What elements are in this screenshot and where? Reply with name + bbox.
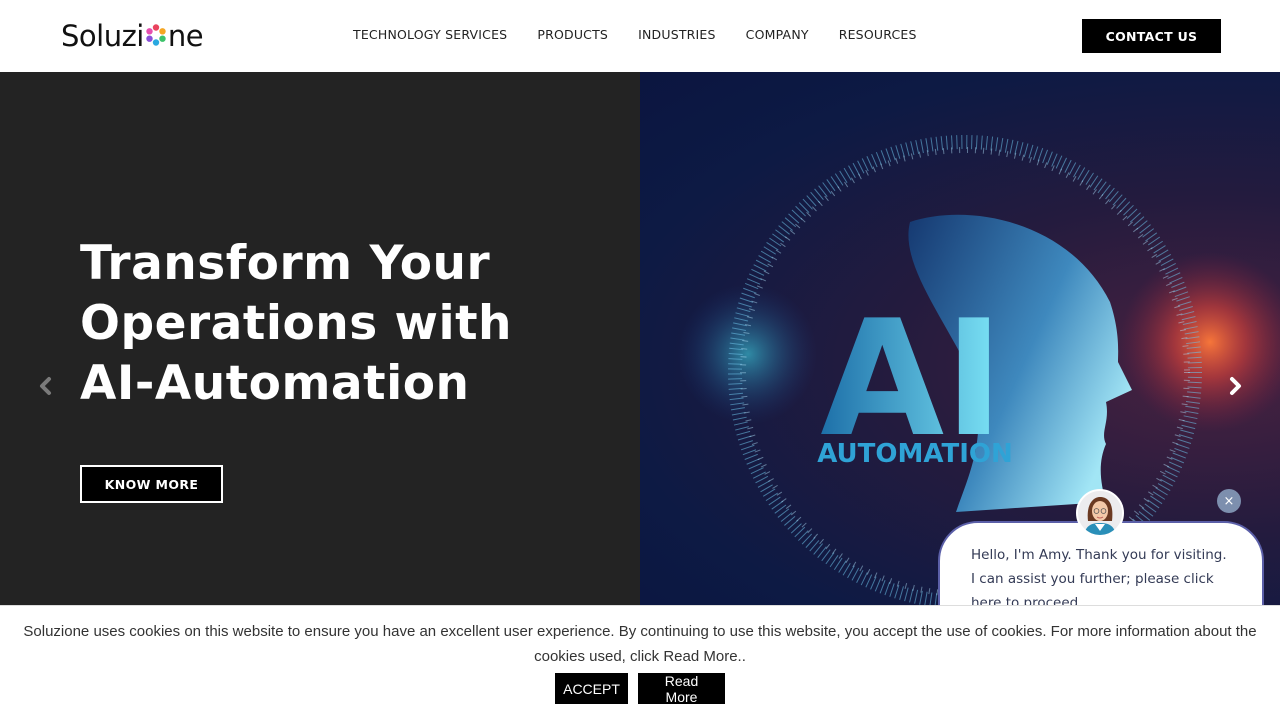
hero-title-line: Transform Your	[80, 236, 491, 291]
logo-hexagon-icon	[146, 24, 166, 46]
amy-avatar-icon	[1078, 491, 1122, 535]
know-more-button[interactable]: KNOW MORE	[80, 465, 223, 503]
nav-resources[interactable]: RESOURCES	[839, 27, 917, 42]
chevron-left-icon[interactable]	[36, 374, 56, 398]
hero-title-line: AI-Automation	[80, 356, 470, 411]
site-header: Soluzi ne TECHNOLOGY SERVICES PRODUCTS I…	[0, 0, 1280, 72]
hero-title: Transform Your Operations with AI-Automa…	[80, 234, 512, 414]
nav-technology-services[interactable]: TECHNOLOGY SERVICES	[353, 27, 507, 42]
logo[interactable]: Soluzi ne	[61, 18, 204, 54]
nav-products[interactable]: PRODUCTS	[537, 27, 608, 42]
chat-avatar[interactable]	[1076, 489, 1124, 537]
hero-text-panel: Transform Your Operations with AI-Automa…	[0, 72, 640, 605]
cookie-message: Soluzione uses cookies on this website t…	[23, 623, 1257, 665]
read-more-button[interactable]: Read More	[638, 673, 725, 705]
main-nav: TECHNOLOGY SERVICES PRODUCTS INDUSTRIES …	[353, 27, 917, 42]
hero-title-line: Operations with	[80, 296, 512, 351]
cookie-actions: ACCEPT Read More	[0, 673, 1280, 705]
logo-text-start: Soluzi	[61, 19, 144, 53]
logo-text-end: ne	[167, 19, 204, 53]
nav-company[interactable]: COMPANY	[746, 27, 809, 42]
hero-image-automation-text: AUTOMATION	[817, 439, 1013, 469]
chevron-right-icon[interactable]	[1225, 374, 1245, 398]
contact-us-button[interactable]: CONTACT US	[1082, 19, 1221, 53]
nav-industries[interactable]: INDUSTRIES	[638, 27, 716, 42]
cookie-banner: Soluzione uses cookies on this website t…	[0, 605, 1280, 720]
chat-close-button[interactable]: ×	[1217, 489, 1241, 513]
accept-cookies-button[interactable]: ACCEPT	[555, 673, 628, 704]
